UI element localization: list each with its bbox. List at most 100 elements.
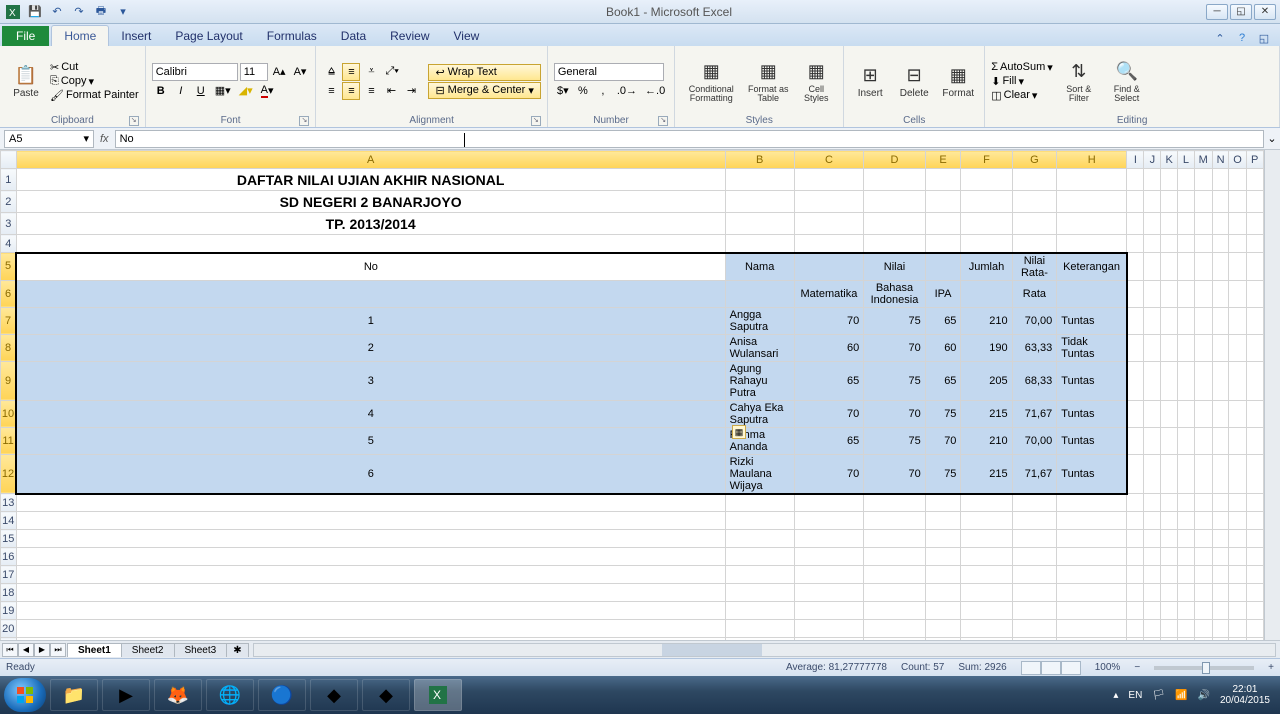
col-header-E[interactable]: E	[925, 151, 961, 169]
cell-K8[interactable]	[1161, 334, 1178, 361]
comma-icon[interactable]: ,	[594, 82, 612, 100]
cell-K6[interactable]	[1161, 280, 1178, 307]
cell-P18[interactable]	[1246, 584, 1263, 602]
cell-B2[interactable]	[725, 191, 794, 213]
cell-L2[interactable]	[1178, 191, 1195, 213]
minimize-button[interactable]: ─	[1206, 4, 1228, 20]
cell-L21[interactable]	[1178, 638, 1195, 641]
cell-G10[interactable]: 71,67	[1012, 400, 1057, 427]
autosum-button[interactable]: Σ AutoSum ▾	[991, 61, 1053, 74]
sheet-tab-3[interactable]: Sheet3	[174, 643, 228, 657]
cell-F4[interactable]	[961, 235, 1012, 253]
cell-E7[interactable]: 65	[925, 307, 961, 334]
cell-B4[interactable]	[725, 235, 794, 253]
cell-H3[interactable]	[1057, 213, 1127, 235]
cell-A18[interactable]	[16, 584, 725, 602]
cell-K19[interactable]	[1161, 602, 1178, 620]
col-header-I[interactable]: I	[1127, 151, 1144, 169]
cell-K15[interactable]	[1161, 530, 1178, 548]
cell-J17[interactable]	[1144, 566, 1161, 584]
cell-G6[interactable]: Rata	[1012, 280, 1057, 307]
cell-J13[interactable]	[1144, 494, 1161, 512]
row-header-19[interactable]: 19	[1, 602, 17, 620]
cell-I18[interactable]	[1127, 584, 1144, 602]
cell-B14[interactable]	[725, 512, 794, 530]
align-right-icon[interactable]: ≡	[362, 82, 380, 100]
cell-P2[interactable]	[1246, 191, 1263, 213]
cell-E17[interactable]	[925, 566, 961, 584]
cell-D1[interactable]	[864, 169, 926, 191]
cell-G18[interactable]	[1012, 584, 1057, 602]
cell-A9[interactable]: 3	[16, 361, 725, 400]
cell-B8[interactable]: Anisa Wulansari	[725, 334, 794, 361]
cell-O12[interactable]	[1229, 454, 1246, 494]
cell-E18[interactable]	[925, 584, 961, 602]
cell-E11[interactable]: 70	[925, 427, 961, 454]
cell-F14[interactable]	[961, 512, 1012, 530]
row-header-2[interactable]: 2	[1, 191, 17, 213]
cell-A2[interactable]: SD NEGERI 2 BANARJOYO	[16, 191, 725, 213]
cell-G5[interactable]: Nilai Rata-	[1012, 253, 1057, 281]
cell-O7[interactable]	[1229, 307, 1246, 334]
cell-H8[interactable]: Tidak Tuntas	[1057, 334, 1127, 361]
cell-P8[interactable]	[1246, 334, 1263, 361]
cell-C20[interactable]	[794, 620, 864, 638]
cell-M18[interactable]	[1194, 584, 1212, 602]
cell-F15[interactable]	[961, 530, 1012, 548]
cell-O6[interactable]	[1229, 280, 1246, 307]
sheet-tab-1[interactable]: Sheet1	[67, 643, 122, 657]
cell-J11[interactable]	[1144, 427, 1161, 454]
cell-J4[interactable]	[1144, 235, 1161, 253]
cell-G19[interactable]	[1012, 602, 1057, 620]
cell-C14[interactable]	[794, 512, 864, 530]
cell-O16[interactable]	[1229, 548, 1246, 566]
close-button[interactable]: ✕	[1254, 4, 1276, 20]
cell-A8[interactable]: 2	[16, 334, 725, 361]
cell-G13[interactable]	[1012, 494, 1057, 512]
cell-F17[interactable]	[961, 566, 1012, 584]
cell-E16[interactable]	[925, 548, 961, 566]
increase-indent-icon[interactable]: ⇥	[402, 82, 420, 100]
cell-D17[interactable]	[864, 566, 926, 584]
cell-P21[interactable]	[1246, 638, 1263, 641]
tray-flag-icon[interactable]: 🏳	[1152, 690, 1165, 701]
zoom-in-icon[interactable]: +	[1268, 662, 1274, 673]
cell-I4[interactable]	[1127, 235, 1144, 253]
alignment-launcher[interactable]: ↘	[531, 116, 541, 126]
cell-A7[interactable]: 1	[16, 307, 725, 334]
cell-A10[interactable]: 4	[16, 400, 725, 427]
save-icon[interactable]: 💾	[26, 3, 44, 21]
cell-C18[interactable]	[794, 584, 864, 602]
cell-L20[interactable]	[1178, 620, 1195, 638]
cell-D19[interactable]	[864, 602, 926, 620]
col-header-J[interactable]: J	[1144, 151, 1161, 169]
cell-A3[interactable]: TP. 2013/2014	[16, 213, 725, 235]
cell-I7[interactable]	[1127, 307, 1144, 334]
cell-N11[interactable]	[1212, 427, 1229, 454]
cell-M8[interactable]	[1194, 334, 1212, 361]
cell-C9[interactable]: 65	[794, 361, 864, 400]
increase-decimal-icon[interactable]: .0→	[614, 82, 640, 100]
select-all-cell[interactable]	[1, 151, 17, 169]
cell-I3[interactable]	[1127, 213, 1144, 235]
cell-H15[interactable]	[1057, 530, 1127, 548]
cell-K12[interactable]	[1161, 454, 1178, 494]
cell-N20[interactable]	[1212, 620, 1229, 638]
cell-D3[interactable]	[864, 213, 926, 235]
window-options-icon[interactable]: ◱	[1256, 30, 1272, 46]
cell-I21[interactable]	[1127, 638, 1144, 641]
cell-M19[interactable]	[1194, 602, 1212, 620]
row-header-17[interactable]: 17	[1, 566, 17, 584]
cell-A1[interactable]: DAFTAR NILAI UJIAN AKHIR NASIONAL	[16, 169, 725, 191]
cell-B5[interactable]: Nama	[725, 253, 794, 281]
cell-D10[interactable]: 70	[864, 400, 926, 427]
align-top-icon[interactable]: ⩠	[322, 63, 340, 81]
col-header-N[interactable]: N	[1212, 151, 1229, 169]
cell-L6[interactable]	[1178, 280, 1195, 307]
cell-P3[interactable]	[1246, 213, 1263, 235]
cell-N16[interactable]	[1212, 548, 1229, 566]
cell-B20[interactable]	[725, 620, 794, 638]
cell-C12[interactable]: 70	[794, 454, 864, 494]
cell-J21[interactable]	[1144, 638, 1161, 641]
cell-E4[interactable]	[925, 235, 961, 253]
